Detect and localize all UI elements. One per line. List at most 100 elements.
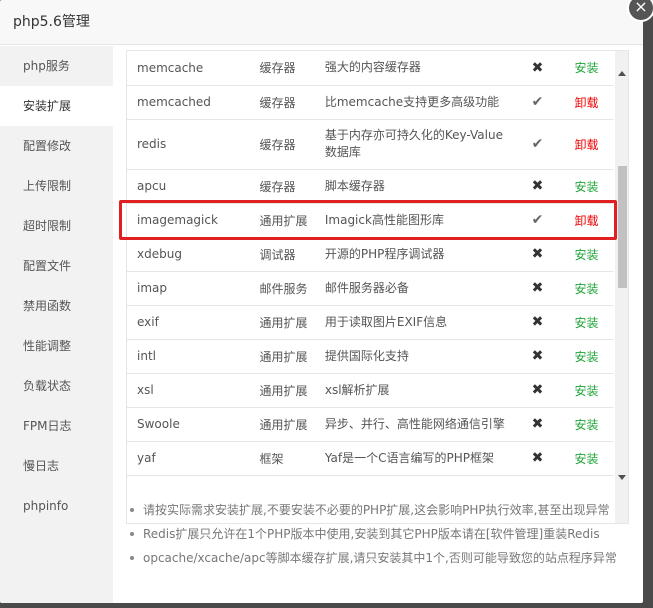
extension-type: 通用扩展 <box>249 203 315 238</box>
uninstall-link[interactable]: 卸载 <box>574 138 598 152</box>
table-row: imap 邮件服务 邮件服务器必备 ✖ 安装 <box>127 271 613 306</box>
install-link[interactable]: 安装 <box>574 418 598 432</box>
extension-name: memcache <box>127 51 250 86</box>
note-item: Redis扩展只允许在1个PHP版本中使用,安装到其它PHP版本请在[软件管理]… <box>129 522 639 546</box>
action-cell: 卸载 <box>559 119 613 170</box>
sidebar-item[interactable]: 配置文件 <box>0 246 113 286</box>
extension-type: 缓存器 <box>249 169 315 204</box>
table-row: imagemagick 通用扩展 Imagick高性能图形库 ✔ 卸载 <box>127 203 613 238</box>
extension-type: 缓存器 <box>249 85 315 120</box>
check-icon: ✔ <box>514 85 560 120</box>
table-row: xdebug 调试器 开源的PHP程序调试器 ✖ 安装 <box>127 237 613 272</box>
table-row: exif 通用扩展 用于读取图片EXIF信息 ✖ 安装 <box>127 305 613 340</box>
action-cell: 安装 <box>559 305 613 340</box>
cross-icon: ✖ <box>514 237 560 272</box>
scroll-down-arrow-icon[interactable] <box>618 475 626 480</box>
install-link[interactable]: 安装 <box>574 316 598 330</box>
scroll-thumb[interactable] <box>618 166 627 288</box>
extension-name: apcu <box>127 169 250 204</box>
note-item: opcache/xcache/apc等脚本缓存扩展,请只安装其中1个,否则可能导… <box>129 546 639 570</box>
extension-name: yaf <box>127 441 250 476</box>
extension-type: 通用扩展 <box>249 407 315 442</box>
sidebar-item[interactable]: 上传限制 <box>0 166 113 206</box>
extension-name: exif <box>127 305 250 340</box>
extension-name: xsl <box>127 373 250 408</box>
extension-name: xdebug <box>127 237 250 272</box>
table-row: apcu 缓存器 脚本缓存器 ✖ 安装 <box>127 169 613 204</box>
extension-description: 脚本缓存器 <box>314 169 515 204</box>
notes-list: 请按实际需求安装扩展,不要安装不必要的PHP扩展,这会影响PHP执行效率,甚至出… <box>129 498 639 570</box>
sidebar-item[interactable]: php服务 <box>0 46 113 86</box>
extension-name: intl <box>127 339 250 374</box>
extension-name: imagemagick <box>127 203 250 238</box>
extension-name: Swoole <box>127 407 250 442</box>
action-cell: 安装 <box>559 51 613 86</box>
extension-name: memcached <box>127 85 250 120</box>
extension-panel: memcache 缓存器 强大的内容缓存器 ✖ 安装 memcached 缓存器 比memca… <box>113 46 643 603</box>
scroll-up-arrow-icon[interactable] <box>618 71 626 76</box>
extension-description: 提供国际化支持 <box>314 339 515 374</box>
extension-description: Yaf是一个C语言编写的PHP框架 <box>314 441 515 476</box>
extension-description: 基于内存亦可持久化的Key-Value数据库 <box>314 119 515 170</box>
extension-description: xsl解析扩展 <box>314 373 515 408</box>
cross-icon: ✖ <box>514 169 560 204</box>
cross-icon: ✖ <box>514 339 560 374</box>
sidebar-item[interactable]: phpinfo <box>0 486 113 526</box>
action-cell: 安装 <box>559 339 613 374</box>
sidebar-item[interactable]: FPM日志 <box>0 406 113 446</box>
install-link[interactable]: 安装 <box>574 384 598 398</box>
table-row: memcache 缓存器 强大的内容缓存器 ✖ 安装 <box>127 51 613 86</box>
sidebar-item[interactable]: 安装扩展 <box>0 86 113 126</box>
cross-icon: ✖ <box>514 305 560 340</box>
table-scrollbar[interactable] <box>615 51 628 523</box>
extension-description: 异步、并行、高性能网络通信引擎 <box>314 407 515 442</box>
sidebar-item[interactable]: 性能调整 <box>0 326 113 366</box>
extension-type: 邮件服务 <box>249 271 315 306</box>
sidebar-item[interactable]: 超时限制 <box>0 206 113 246</box>
sidebar-item[interactable]: 配置修改 <box>0 126 113 166</box>
cross-icon: ✖ <box>514 271 560 306</box>
dialog-title: php5.6管理 <box>13 14 90 30</box>
extension-type: 通用扩展 <box>249 339 315 374</box>
install-link[interactable]: 安装 <box>574 452 598 466</box>
table-row: yaf 框架 Yaf是一个C语言编写的PHP框架 ✖ 安装 <box>127 441 613 476</box>
dialog-header: php5.6管理 <box>0 0 643 45</box>
sidebar-item[interactable]: 慢日志 <box>0 446 113 486</box>
cross-icon: ✖ <box>514 373 560 408</box>
sidebar-item[interactable]: 禁用函数 <box>0 286 113 326</box>
action-cell: 安装 <box>559 373 613 408</box>
extension-description: 邮件服务器必备 <box>314 271 515 306</box>
action-cell: 安装 <box>559 441 613 476</box>
table-row: redis 缓存器 基于内存亦可持久化的Key-Value数据库 ✔ 卸载 <box>127 119 613 170</box>
extension-type: 框架 <box>249 441 315 476</box>
sidebar: php服务 安装扩展 配置修改 上传限制 超时限制 配置文件 禁用函数 性能调整 负载状态 FPM… <box>0 46 113 603</box>
extension-table-container[interactable]: memcache 缓存器 强大的内容缓存器 ✖ 安装 memcached 缓存器 比memca… <box>126 50 629 524</box>
cross-icon: ✖ <box>514 51 560 86</box>
sidebar-item[interactable]: 负载状态 <box>0 366 113 406</box>
cross-icon: ✖ <box>514 407 560 442</box>
extension-name: imap <box>127 271 250 306</box>
extension-description: 比memcache支持更多高级功能 <box>314 85 515 120</box>
install-link[interactable]: 安装 <box>574 248 598 262</box>
extension-description: 开源的PHP程序调试器 <box>314 237 515 272</box>
extension-type: 通用扩展 <box>249 373 315 408</box>
action-cell: 卸载 <box>559 203 613 238</box>
check-icon: ✔ <box>514 119 560 170</box>
install-link[interactable]: 安装 <box>574 180 598 194</box>
table-row: Swoole 通用扩展 异步、并行、高性能网络通信引擎 ✖ 安装 <box>127 407 613 442</box>
extension-type: 调试器 <box>249 237 315 272</box>
action-cell: 安装 <box>559 237 613 272</box>
install-link[interactable]: 安装 <box>574 350 598 364</box>
extension-table: memcache 缓存器 强大的内容缓存器 ✖ 安装 memcached 缓存器 比memca… <box>127 51 613 476</box>
extension-type: 通用扩展 <box>249 305 315 340</box>
install-link[interactable]: 安装 <box>574 61 598 75</box>
extension-description: 用于读取图片EXIF信息 <box>314 305 515 340</box>
action-cell: 安装 <box>559 169 613 204</box>
uninstall-link[interactable]: 卸载 <box>574 96 598 110</box>
cross-icon: ✖ <box>514 441 560 476</box>
uninstall-link[interactable]: 卸载 <box>574 214 598 228</box>
check-icon: ✔ <box>514 203 560 238</box>
extension-type: 缓存器 <box>249 119 315 170</box>
install-link[interactable]: 安装 <box>574 282 598 296</box>
extension-description: Imagick高性能图形库 <box>314 203 515 238</box>
